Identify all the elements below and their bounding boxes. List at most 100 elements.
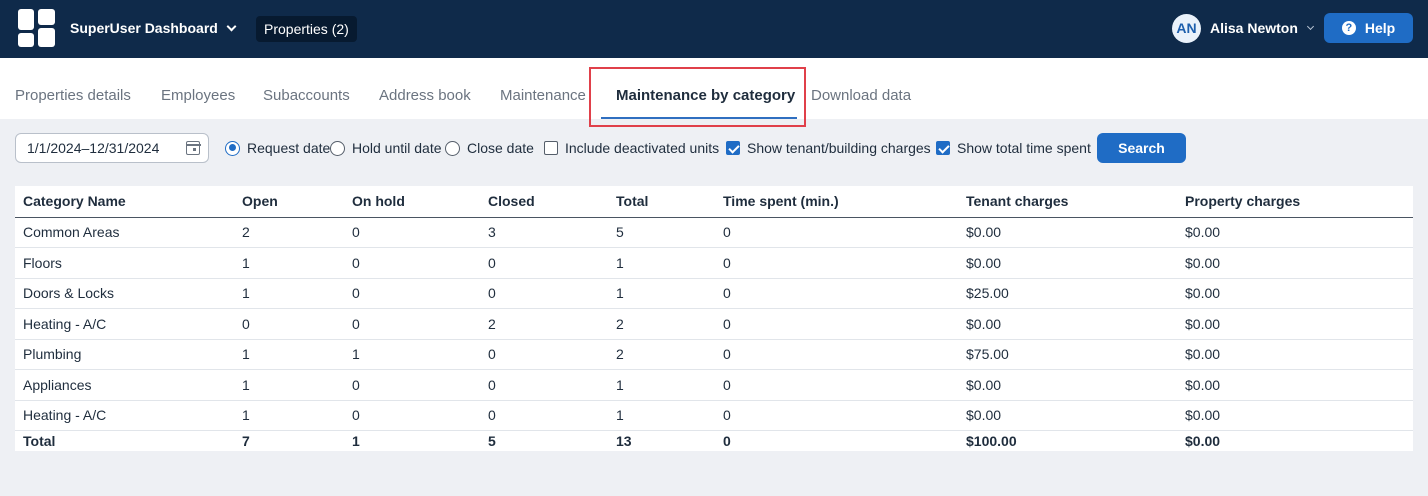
table-row: Appliances 1 0 0 1 0 $0.00 $0.00 <box>15 369 1413 401</box>
table-cell: 1 <box>608 247 715 279</box>
checkbox-icon[interactable] <box>544 141 558 155</box>
table-cell: $25.00 <box>958 278 1177 309</box>
total-cell: Total <box>23 432 56 449</box>
table-cell: 1 <box>234 400 344 431</box>
date-range-value: 1/1/2024–12/31/2024 <box>27 140 160 156</box>
table-header-row: Category Name Open On hold Closed Total … <box>15 186 1413 218</box>
table-cell: 0 <box>715 369 958 401</box>
table-cell: $0.00 <box>1177 278 1413 309</box>
checkbox-checked-icon[interactable] <box>726 141 740 155</box>
highlight-annotation <box>589 67 806 127</box>
table-cell: Heating - A/C <box>15 400 234 431</box>
table-cell: Heating - A/C <box>15 308 234 340</box>
table-cell: 1 <box>608 400 715 431</box>
brand-label: SuperUser Dashboard <box>70 20 218 36</box>
question-icon: ? <box>1341 21 1356 35</box>
radio-label: Close date <box>467 140 534 156</box>
column-header: Closed <box>480 186 608 218</box>
table-row: Floors 1 0 0 1 0 $0.00 $0.00 <box>15 247 1413 279</box>
table-cell: 1 <box>608 369 715 401</box>
table-cell: Doors & Locks <box>15 278 234 309</box>
radio-button-icon[interactable] <box>445 140 460 156</box>
table-cell: 0 <box>715 339 958 370</box>
table-cell: $0.00 <box>958 247 1177 279</box>
date-range-input[interactable]: 1/1/2024–12/31/2024 <box>15 133 209 163</box>
column-header: Tenant charges <box>958 186 1177 218</box>
tab-maintenance[interactable]: Maintenance <box>500 87 586 104</box>
table-cell: $0.00 <box>1177 369 1413 401</box>
column-header: On hold <box>344 186 480 218</box>
table-cell: Appliances <box>15 369 234 401</box>
top-bar: SuperUser Dashboard Properties (2) AN Al… <box>0 0 1428 58</box>
table-cell: $0.00 <box>1177 308 1413 340</box>
table-cell: 1 <box>234 247 344 279</box>
table-cell: 1 <box>608 278 715 309</box>
radio-label: Hold until date <box>352 140 442 156</box>
total-cell: 1 <box>352 432 360 449</box>
table-cell: $0.00 <box>958 400 1177 431</box>
radio-label: Request date <box>247 140 331 156</box>
checkbox-include-deactivated[interactable]: Include deactivated units <box>544 140 719 156</box>
radio-request-date[interactable]: Request date <box>225 140 330 156</box>
tab-properties-details[interactable]: Properties details <box>15 87 131 104</box>
tab-subaccounts[interactable]: Subaccounts <box>263 87 350 104</box>
radio-close-date[interactable]: Close date <box>445 140 534 156</box>
column-header: Category Name <box>15 186 234 218</box>
checkbox-checked-icon[interactable] <box>936 141 950 155</box>
table-cell: 1 <box>234 339 344 370</box>
table-cell: 0 <box>234 308 344 340</box>
table-cell: 0 <box>480 247 608 279</box>
table-cell: 0 <box>480 339 608 370</box>
total-cell: 13 <box>616 432 632 449</box>
table-cell: 0 <box>344 217 480 248</box>
chevron-down-icon <box>1306 22 1314 30</box>
table-cell: 2 <box>480 308 608 340</box>
table-cell: Common Areas <box>15 217 234 248</box>
avatar[interactable]: AN <box>1172 14 1201 43</box>
table-cell: 0 <box>480 278 608 309</box>
table-cell: 0 <box>480 369 608 401</box>
table-cell: 0 <box>480 400 608 431</box>
radio-hold-until-date[interactable]: Hold until date <box>330 140 442 156</box>
table-cell: 1 <box>234 278 344 309</box>
user-menu[interactable]: Alisa Newton <box>1210 20 1314 36</box>
dashboard-switcher[interactable]: SuperUser Dashboard <box>70 20 237 36</box>
table-cell: 2 <box>608 339 715 370</box>
chevron-down-icon <box>226 21 237 31</box>
tab-employees[interactable]: Employees <box>161 87 235 104</box>
table-cell: 3 <box>480 217 608 248</box>
table-cell: $0.00 <box>958 308 1177 340</box>
table-cell: 0 <box>344 400 480 431</box>
properties-selector[interactable]: Properties (2) <box>256 16 357 42</box>
table-cell: 0 <box>344 369 480 401</box>
column-header: Time spent (min.) <box>715 186 958 218</box>
total-cell: 7 <box>242 432 250 449</box>
radio-button-icon[interactable] <box>330 140 345 156</box>
table-cell: 0 <box>715 278 958 309</box>
calendar-icon[interactable] <box>185 141 201 155</box>
table-cell: Floors <box>15 247 234 279</box>
table-cell: $0.00 <box>958 217 1177 248</box>
checkbox-label: Show tenant/building charges <box>747 140 931 156</box>
user-name: Alisa Newton <box>1210 20 1298 36</box>
maintenance-category-table: Category Name Open On hold Closed Total … <box>15 186 1413 451</box>
checkbox-show-charges[interactable]: Show tenant/building charges <box>726 140 931 156</box>
total-cell: $100.00 <box>966 432 1017 449</box>
checkbox-show-time-spent[interactable]: Show total time spent <box>936 140 1091 156</box>
table-total-row: Total 7 1 5 13 0 $100.00 $0.00 <box>15 431 1413 451</box>
search-button[interactable]: Search <box>1097 133 1186 163</box>
table-cell: $0.00 <box>1177 339 1413 370</box>
tab-address-book[interactable]: Address book <box>379 87 471 104</box>
table-row: Heating - A/C 0 0 2 2 0 $0.00 $0.00 <box>15 308 1413 340</box>
table-cell: 0 <box>344 278 480 309</box>
radio-button-icon[interactable] <box>225 140 240 156</box>
total-cell: $0.00 <box>1185 432 1221 449</box>
tab-download-data[interactable]: Download data <box>811 87 911 104</box>
table-cell: 0 <box>715 217 958 248</box>
column-header: Total <box>608 186 715 218</box>
app-logo-icon[interactable] <box>18 9 56 47</box>
table-cell: 1 <box>344 339 480 370</box>
help-button[interactable]: ? Help <box>1324 13 1413 43</box>
table-cell: 0 <box>715 400 958 431</box>
table-cell: 1 <box>234 369 344 401</box>
